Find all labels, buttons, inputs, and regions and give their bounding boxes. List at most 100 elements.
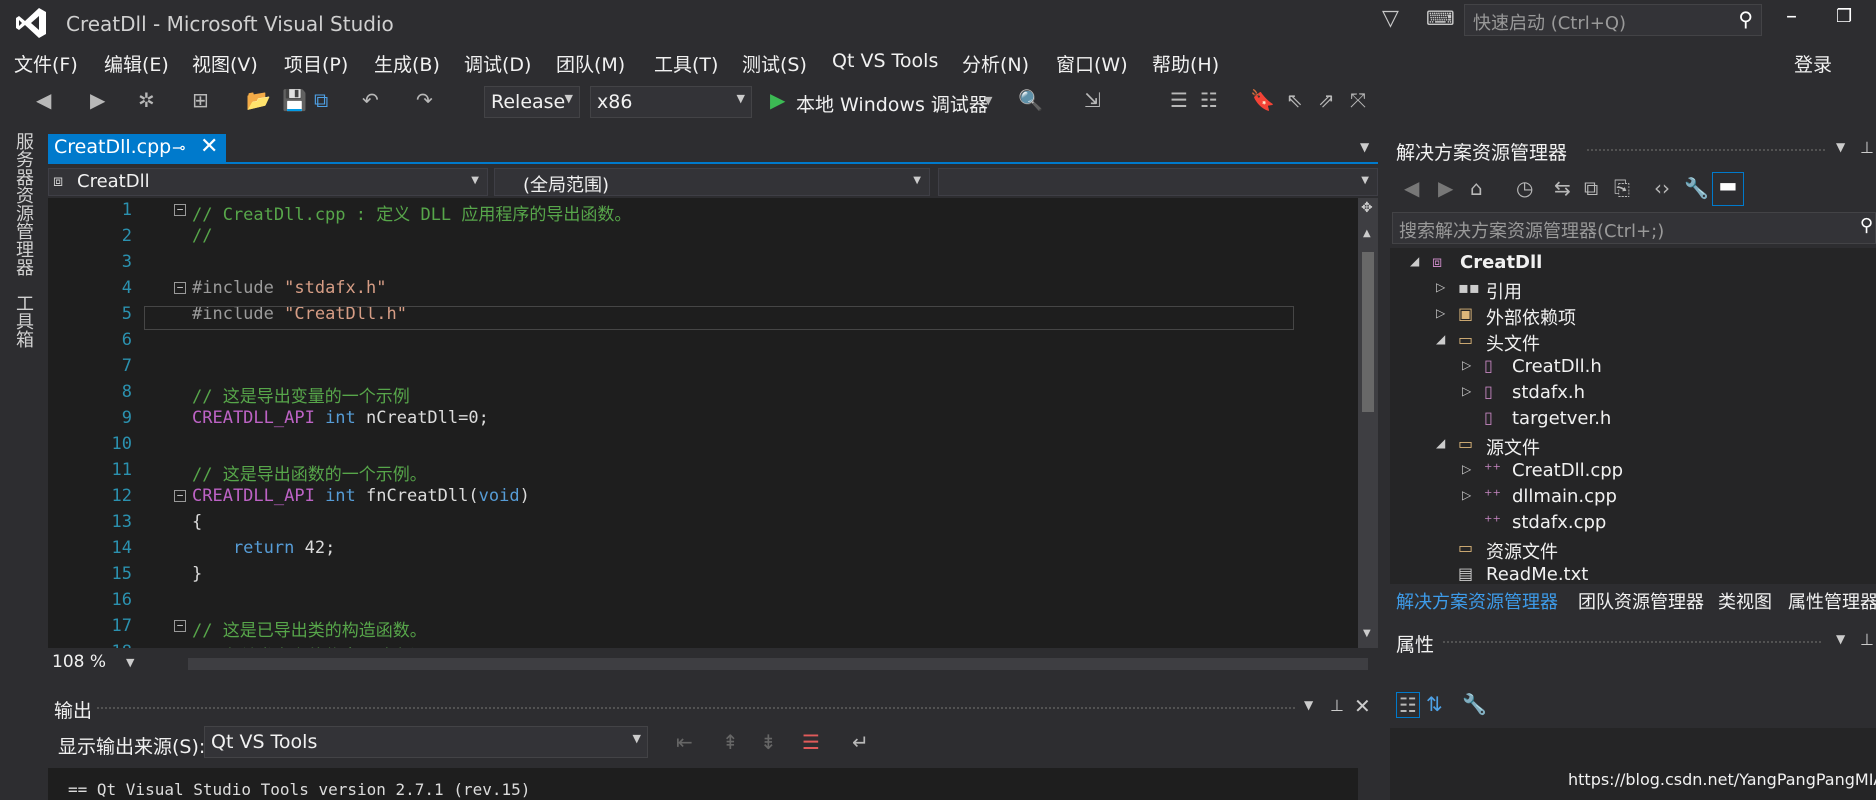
next-message-icon[interactable]: ⇟ xyxy=(760,730,777,754)
start-debugger-button[interactable]: 本地 Windows 调试器 xyxy=(796,90,988,117)
home-icon[interactable]: ⌂ xyxy=(1470,176,1483,200)
quick-launch-input[interactable]: 快速启动 (Ctrl+Q) ⚲ xyxy=(1464,4,1762,36)
collapse-icon[interactable]: − xyxy=(174,620,186,632)
project-dropdown[interactable]: ⧈ CreatDll ▼ xyxy=(48,168,488,196)
expand-icon[interactable]: ▷ xyxy=(1462,462,1471,476)
prev-message-icon[interactable]: ⇞ xyxy=(722,730,739,754)
alphabetical-icon[interactable]: ⇅ xyxy=(1426,692,1443,716)
menu-edit[interactable]: 编辑(E) xyxy=(104,50,169,77)
code-editor[interactable]: 1−// CreatDll.cpp : 定义 DLL 应用程序的导出函数。 2//… xyxy=(48,198,1358,648)
collapse-icon[interactable]: ◢ xyxy=(1410,254,1419,268)
expand-icon[interactable]: ▷ xyxy=(1436,280,1445,294)
find-in-files-icon[interactable]: 🔍 xyxy=(1018,88,1043,112)
tab-solution-explorer[interactable]: 解决方案资源管理器 xyxy=(1396,588,1558,614)
zoom-level[interactable]: 108 % xyxy=(52,652,106,672)
next-bookmark-icon[interactable]: ⇗ xyxy=(1318,88,1335,112)
redo-icon[interactable]: ↷ xyxy=(416,88,433,112)
word-wrap-icon[interactable]: ↵ xyxy=(852,730,869,754)
menu-test[interactable]: 测试(S) xyxy=(742,50,807,77)
tab-property-manager[interactable]: 属性管理器 xyxy=(1788,588,1876,614)
split-icon[interactable]: ✥ xyxy=(1361,200,1373,216)
navigate-forward-icon[interactable]: ▶ xyxy=(90,88,105,112)
scroll-up-icon[interactable]: ▲ xyxy=(1363,228,1371,239)
clear-bookmarks-icon[interactable]: ⤧ xyxy=(1350,88,1366,112)
pin-icon[interactable]: ⊥ xyxy=(1860,630,1874,649)
collapse-icon[interactable]: ◢ xyxy=(1436,436,1445,450)
collapse-all-icon[interactable]: ⧉ xyxy=(1584,176,1598,200)
add-item-icon[interactable]: ⊞ xyxy=(192,88,209,112)
close-icon[interactable]: ✕ xyxy=(1354,694,1371,718)
tab-creatdll-cpp[interactable]: CreatDll.cpp ⊸ ✕ xyxy=(48,134,226,162)
bookmark-icon[interactable]: 🔖 xyxy=(1250,88,1275,112)
view-code-icon[interactable]: ‹› xyxy=(1654,176,1670,200)
back-icon[interactable]: ◀ xyxy=(1404,176,1419,200)
tab-class-view[interactable]: 类视图 xyxy=(1718,588,1772,614)
solution-search-input[interactable]: 搜索解决方案资源管理器(Ctrl+;) ⚲ xyxy=(1392,212,1876,244)
pin-icon[interactable]: ⊥ xyxy=(1860,138,1874,157)
tab-overflow-icon[interactable]: ▼ xyxy=(1360,140,1369,154)
menu-build[interactable]: 生成(B) xyxy=(374,50,440,77)
new-project-icon[interactable]: ✲ xyxy=(138,88,155,112)
pin-icon[interactable]: ⊸ xyxy=(172,138,185,157)
prev-bookmark-icon[interactable]: ⇖ xyxy=(1286,88,1303,112)
menu-qt-vs-tools[interactable]: Qt VS Tools xyxy=(832,50,938,72)
close-tab-icon[interactable]: ✕ xyxy=(200,134,218,159)
save-all-icon[interactable]: ⧉ xyxy=(314,88,328,112)
save-icon[interactable]: 💾 xyxy=(282,88,307,112)
menu-project[interactable]: 项目(P) xyxy=(284,50,348,77)
feedback-icon[interactable]: ⌨ xyxy=(1426,6,1455,30)
chevron-down-icon[interactable]: ▼ xyxy=(1836,140,1845,154)
pin-icon[interactable]: ⊥ xyxy=(1330,696,1344,715)
menu-view[interactable]: 视图(V) xyxy=(192,50,258,77)
restore-button[interactable]: ❐ xyxy=(1836,6,1852,27)
platform-select[interactable]: x86 ▼ xyxy=(590,86,752,118)
menu-window[interactable]: 窗口(W) xyxy=(1056,50,1128,77)
server-explorer-tab[interactable]: 服务器资源管理器 xyxy=(10,132,36,276)
menu-analyze[interactable]: 分析(N) xyxy=(962,50,1029,77)
expand-icon[interactable]: ▷ xyxy=(1436,306,1445,320)
expand-icon[interactable]: ▷ xyxy=(1462,384,1471,398)
navigate-back-icon[interactable]: ◀ xyxy=(36,88,51,112)
signin-link[interactable]: 登录 xyxy=(1794,50,1832,77)
expand-icon[interactable]: ▷ xyxy=(1462,358,1471,372)
collapse-icon[interactable]: ◢ xyxy=(1436,332,1445,346)
member-dropdown[interactable]: ▼ xyxy=(938,168,1378,196)
chevron-down-icon[interactable]: ▼ xyxy=(1836,632,1845,646)
chevron-down-icon[interactable]: ▼ xyxy=(984,94,992,107)
output-text-area[interactable]: == Qt Visual Studio Tools version 2.7.1 … xyxy=(48,768,1358,800)
show-all-files-icon[interactable]: ⎘ xyxy=(1614,176,1630,200)
expand-icon[interactable]: ▷ xyxy=(1462,488,1471,502)
sync-icon[interactable]: ⇆ xyxy=(1554,176,1571,200)
collapse-icon[interactable]: − xyxy=(174,282,186,294)
goto-location-icon[interactable]: ⇤ xyxy=(676,730,693,754)
filter-icon[interactable]: ▽ xyxy=(1382,6,1399,31)
start-debug-icon[interactable]: ▶ xyxy=(770,88,785,112)
undo-icon[interactable]: ↶ xyxy=(362,88,379,112)
collapse-icon[interactable]: − xyxy=(174,490,186,502)
comment-icon[interactable]: ☷ xyxy=(1200,88,1218,112)
output-source-select[interactable]: Qt VS Tools ▼ xyxy=(204,726,648,758)
editor-horizontal-scrollbar[interactable] xyxy=(188,658,1368,670)
pending-changes-icon[interactable]: ◷ xyxy=(1516,176,1533,200)
toolbox-tab[interactable]: 工具箱 xyxy=(10,294,36,348)
scrollbar-thumb[interactable] xyxy=(1362,252,1374,412)
scope-dropdown[interactable]: (全局范围) ▼ xyxy=(494,168,930,196)
step-into-icon[interactable]: ⇲ xyxy=(1084,88,1101,112)
tab-team-explorer[interactable]: 团队资源管理器 xyxy=(1578,588,1704,614)
forward-icon[interactable]: ▶ xyxy=(1438,176,1453,200)
chevron-down-icon[interactable]: ▼ xyxy=(1304,698,1313,712)
menu-debug[interactable]: 调试(D) xyxy=(464,50,531,77)
clear-all-icon[interactable]: ☰ xyxy=(802,730,820,754)
properties-wrench-icon[interactable]: 🔧 xyxy=(1684,176,1709,200)
indent-icon[interactable]: ☰ xyxy=(1170,88,1188,112)
menu-tools[interactable]: 工具(T) xyxy=(654,50,718,77)
property-pages-icon[interactable]: 🔧 xyxy=(1462,692,1487,716)
preview-selected-icon[interactable]: ▬ xyxy=(1712,172,1744,206)
minimize-button[interactable]: – xyxy=(1786,4,1797,29)
menu-team[interactable]: 团队(M) xyxy=(556,50,625,77)
categorized-icon[interactable]: ☷ xyxy=(1396,692,1420,718)
scroll-down-icon[interactable]: ▼ xyxy=(1363,628,1371,639)
open-file-icon[interactable]: 📂 xyxy=(246,88,271,112)
menu-file[interactable]: 文件(F) xyxy=(14,50,78,77)
configuration-select[interactable]: Release ▼ xyxy=(484,86,580,118)
